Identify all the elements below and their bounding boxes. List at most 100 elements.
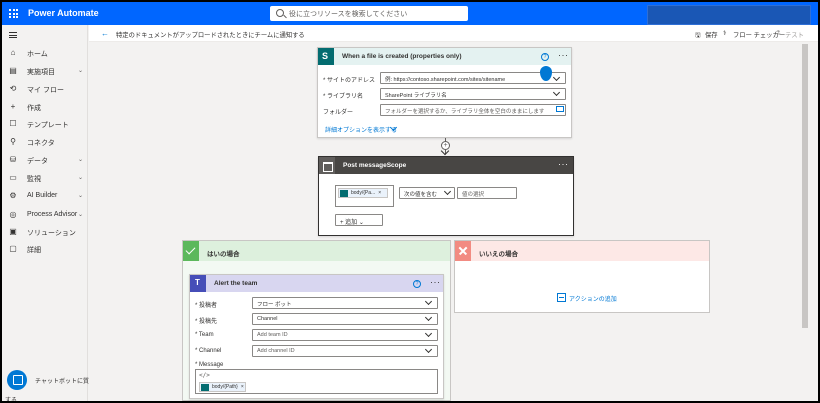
- no-branch[interactable]: いいえの場合 アクションの追加: [454, 240, 710, 313]
- yes-branch[interactable]: はいの場合 Alert the team ? ··· * 投稿者 フロー ボット…: [182, 240, 451, 401]
- nav-item-10[interactable]: ▣ ソリューション: [2, 225, 88, 241]
- nav-item-7[interactable]: ▭ 監視 ⌄: [2, 171, 88, 187]
- nav-item-label: 監視: [27, 176, 41, 183]
- chatbot-label[interactable]: チャットボットに質問: [35, 376, 95, 385]
- chevron-down-icon[interactable]: ⌄: [78, 156, 83, 163]
- nav-item-label: Process Advisor: [27, 211, 78, 218]
- yes-check-icon: [183, 241, 199, 261]
- solution-icon: ▣: [9, 227, 17, 236]
- nav-item-label: AI Builder: [27, 192, 58, 199]
- back-arrow-icon[interactable]: ←: [101, 29, 109, 38]
- chatbot-label-continued: する: [5, 398, 18, 401]
- yes-branch-title: はいの場合: [207, 251, 240, 258]
- scope-card-header[interactable]: Post messageScope ···: [319, 157, 573, 174]
- no-x-icon: [455, 241, 471, 261]
- search-placeholder: 役に立つリソースを検索してください: [289, 11, 408, 18]
- chatbot-button[interactable]: [7, 370, 27, 390]
- show-advanced-link[interactable]: 詳細オプションを表示する: [325, 125, 397, 134]
- save-icon[interactable]: 🖫: [695, 30, 700, 41]
- nav-item-3[interactable]: + 作成: [2, 100, 88, 116]
- no-branch-header[interactable]: いいえの場合: [455, 241, 709, 261]
- message-label: * Message: [195, 362, 224, 368]
- teams-icon: [190, 275, 206, 292]
- hamburger-menu-icon[interactable]: [9, 32, 17, 38]
- teams-card[interactable]: Alert the team ? ··· * 投稿者 フロー ボット * 投稿先…: [189, 274, 444, 399]
- nav-item-label: 実施項目: [27, 69, 55, 76]
- yes-branch-header[interactable]: はいの場合: [183, 241, 450, 261]
- teams-help-icon[interactable]: ?: [413, 280, 421, 288]
- chevron-down-icon[interactable]: ⌄: [78, 211, 83, 218]
- nav-item-11[interactable]: ▢ 詳細: [2, 242, 88, 258]
- test-button[interactable]: テスト: [785, 30, 804, 39]
- nav-item-label: ソリューション: [27, 230, 76, 237]
- nav-item-label: テンプレート: [27, 122, 69, 129]
- nav-item-6[interactable]: ⛁ データ ⌄: [2, 153, 88, 169]
- library-input[interactable]: SharePoint ライブラリ名: [380, 88, 566, 100]
- scrollbar-thumb[interactable]: [802, 44, 808, 328]
- team-input[interactable]: Add team ID: [252, 329, 438, 341]
- nav-item-label: 詳細: [27, 247, 41, 254]
- nav-item-9[interactable]: ◎ Process Advisor ⌄: [2, 208, 88, 224]
- sharepoint-icon: [318, 48, 334, 65]
- help-icon[interactable]: ?: [541, 53, 549, 61]
- top-bar: Power Automate 役に立つリソースを検索してください: [2, 2, 818, 25]
- site-address-input[interactable]: 例: https://contoso.sharepoint.com/sites/…: [380, 72, 566, 84]
- app-launcher-icon[interactable]: [9, 9, 18, 18]
- channel-input[interactable]: Add channel ID: [252, 345, 438, 357]
- scope-more-options-icon[interactable]: ···: [558, 160, 569, 169]
- nav-item-label: ホーム: [27, 51, 48, 58]
- plus-icon: +: [10, 102, 16, 111]
- test-icon: ⚗: [775, 30, 781, 37]
- library-label: * ライブラリ名: [323, 94, 364, 100]
- clipboard-icon: ▤: [9, 66, 17, 75]
- chevron-down-icon[interactable]: ⌄: [78, 192, 83, 199]
- body-path-token[interactable]: body/{Pa... ×: [338, 188, 388, 198]
- trigger-title: When a file is created (properties only): [342, 53, 462, 60]
- channel-label: * Channel: [195, 348, 222, 354]
- more-icon: ▢: [9, 244, 17, 253]
- nav-item-4[interactable]: ☐ テンプレート: [2, 117, 88, 133]
- template-icon: ☐: [9, 119, 17, 128]
- account-area[interactable]: [647, 5, 811, 25]
- more-options-icon[interactable]: ···: [558, 51, 569, 60]
- nav-item-label: 作成: [27, 105, 41, 112]
- search-box[interactable]: 役に立つリソースを検索してください: [270, 6, 468, 21]
- scope-title: Post messageScope: [343, 162, 407, 169]
- ai-builder-icon: ⚙: [9, 191, 17, 200]
- add-action-icon[interactable]: [557, 293, 566, 302]
- flow-title: 特定のドキュメントがアップロードされたときにチームに通知する: [116, 32, 305, 39]
- trigger-card[interactable]: When a file is created (properties only)…: [317, 47, 572, 138]
- search-icon: [276, 9, 284, 17]
- message-body-token[interactable]: body/{Path} ×: [199, 382, 246, 392]
- nav-item-2[interactable]: ⟲ マイ フロー: [2, 82, 88, 98]
- add-action-link[interactable]: アクションの追加: [569, 294, 617, 303]
- nav-item-8[interactable]: ⚙ AI Builder ⌄: [2, 189, 88, 205]
- process-advisor-icon: ◎: [9, 210, 17, 219]
- scope-card[interactable]: Post messageScope ··· body/{Pa... × 次の値を含…: [318, 156, 574, 236]
- chevron-down-icon[interactable]: ⌄: [78, 174, 83, 181]
- flow-checker-icon[interactable]: ⚕: [723, 30, 726, 37]
- save-button[interactable]: 保存: [705, 30, 718, 39]
- teams-card-header[interactable]: Alert the team ? ···: [190, 275, 443, 292]
- nav-item-5[interactable]: ⚲ コネクタ: [2, 135, 88, 151]
- nav-item-1[interactable]: ▤ 実施項目 ⌄: [2, 64, 88, 80]
- code-view-icon[interactable]: </>: [199, 372, 210, 379]
- condition-value-input[interactable]: 値の選択: [457, 187, 517, 199]
- teams-title: Alert the team: [214, 280, 258, 287]
- chevron-down-icon[interactable]: ⌄: [78, 67, 83, 74]
- trigger-card-header[interactable]: When a file is created (properties only)…: [318, 48, 571, 65]
- scope-icon: [319, 157, 335, 174]
- message-editor[interactable]: </> body/{Path} ×: [195, 369, 438, 394]
- teams-more-options-icon[interactable]: ···: [430, 278, 441, 287]
- poster-select[interactable]: フロー ボット: [252, 297, 438, 309]
- connector-icon: ⚲: [10, 137, 16, 146]
- post-in-select[interactable]: Channel: [252, 313, 438, 325]
- folder-picker-icon[interactable]: [556, 106, 564, 112]
- post-in-label: * 投稿先: [195, 319, 218, 325]
- add-condition-button[interactable]: + 追加 ⌄: [335, 214, 383, 226]
- database-icon: ⛁: [9, 155, 17, 164]
- folder-input[interactable]: フォルダーを選択するか、ライブラリ全体を空白のままにします: [380, 104, 566, 116]
- nav-item-0[interactable]: ⌂ ホーム: [2, 46, 88, 62]
- condition-value-box[interactable]: body/{Pa... ×: [335, 185, 394, 207]
- app-name[interactable]: Power Automate: [28, 8, 99, 18]
